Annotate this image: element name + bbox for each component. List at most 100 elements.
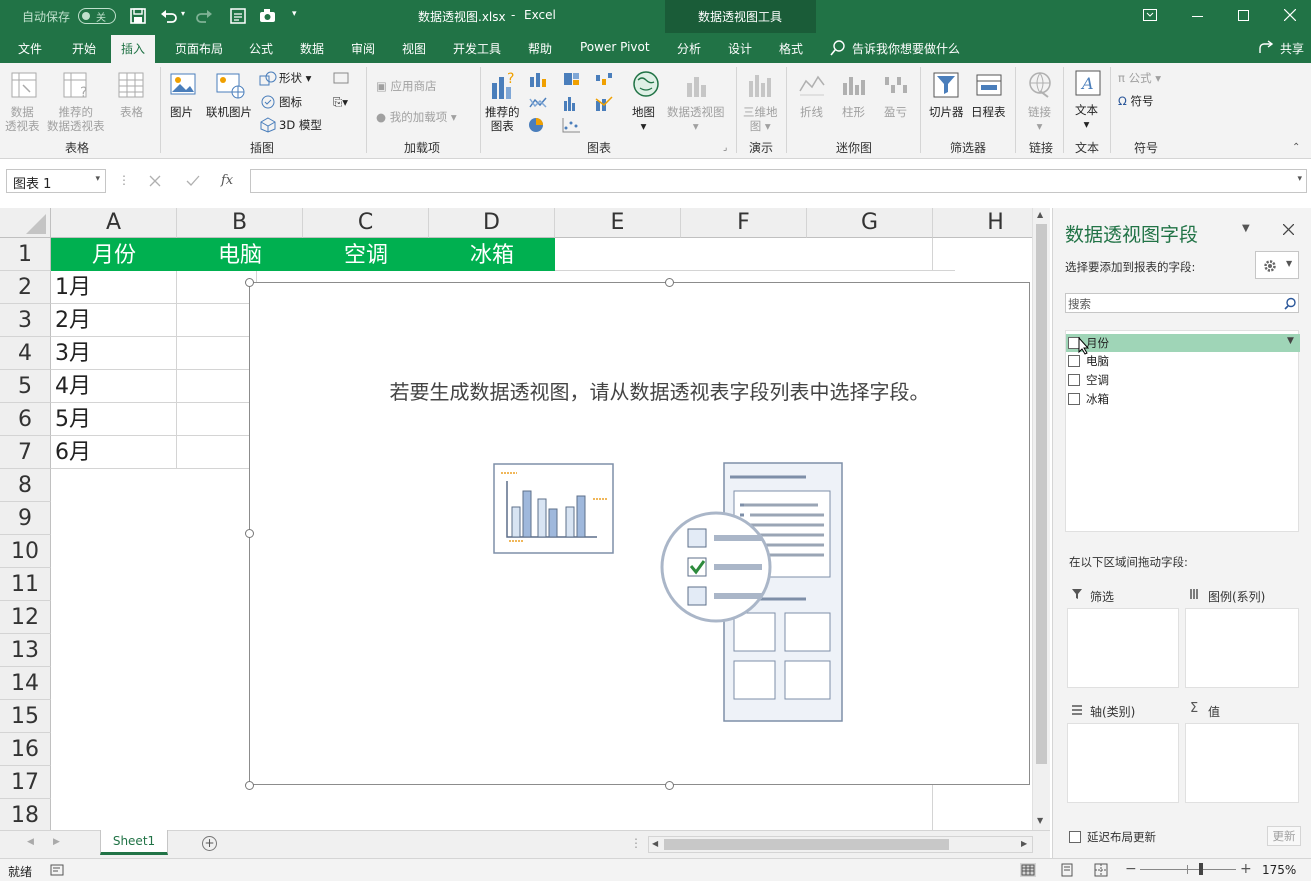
insert-function-icon[interactable]: fx — [221, 173, 233, 188]
row-header-17[interactable]: 17 — [0, 766, 51, 799]
column-header-b[interactable]: B — [177, 208, 303, 238]
camera-icon[interactable] — [258, 7, 278, 25]
3d-model-button[interactable]: 3D 模型 — [279, 118, 322, 132]
row-header-14[interactable]: 14 — [0, 667, 51, 700]
tools-gear-button[interactable]: ▼ — [1255, 251, 1299, 279]
zoom-slider-thumb[interactable] — [1199, 863, 1203, 875]
row-header-13[interactable]: 13 — [0, 634, 51, 667]
cell-b7[interactable] — [177, 436, 257, 469]
resize-handle-tm[interactable] — [665, 278, 674, 287]
combo-chart-icon[interactable] — [594, 95, 618, 111]
online-picture-button[interactable]: 联机图片 — [206, 105, 252, 119]
sheet-tab-sheet1[interactable]: Sheet1 — [100, 830, 168, 855]
field-dropdown-icon[interactable]: ▼ — [1287, 336, 1294, 346]
close-button[interactable] — [1284, 9, 1296, 21]
cell-b3[interactable] — [177, 304, 257, 337]
add-sheet-button[interactable]: + — [202, 836, 217, 851]
text-button[interactable]: 文本 ▾ — [1075, 103, 1098, 131]
column-header-e[interactable]: E — [555, 208, 681, 238]
tab-file[interactable]: 文件 — [18, 40, 42, 57]
axis-drop-zone[interactable] — [1067, 723, 1179, 803]
row-header-15[interactable]: 15 — [0, 700, 51, 733]
row-header-8[interactable]: 8 — [0, 469, 51, 502]
symbol-button[interactable]: Ω 符号 — [1118, 94, 1153, 108]
values-drop-zone[interactable] — [1185, 723, 1299, 803]
zoom-slider[interactable] — [1140, 863, 1236, 875]
recommended-charts-button[interactable]: 推荐的 图表 — [485, 105, 520, 133]
picture-button[interactable]: 图片 — [170, 105, 193, 119]
line-chart-icon[interactable] — [528, 95, 552, 111]
cell-d1[interactable]: 冰箱 — [429, 238, 555, 271]
minimize-button[interactable] — [1192, 16, 1203, 17]
column-header-c[interactable]: C — [303, 208, 429, 238]
tab-home[interactable]: 开始 — [72, 40, 96, 57]
share-button[interactable]: 共享 — [1280, 40, 1304, 57]
waterfall-chart-icon[interactable] — [594, 71, 618, 87]
cell-b2[interactable] — [177, 271, 257, 304]
legend-drop-zone[interactable] — [1185, 608, 1299, 688]
cell-a6[interactable]: 5月 — [51, 403, 177, 436]
tab-power-pivot[interactable]: Power Pivot — [580, 40, 650, 54]
vertical-scrollbar[interactable]: ▲ ▼ — [1032, 208, 1050, 830]
row-header-12[interactable]: 12 — [0, 601, 51, 634]
cell-a2[interactable]: 1月 — [51, 271, 177, 304]
autosave-toggle[interactable]: 关 — [78, 8, 116, 24]
maximize-button[interactable] — [1238, 10, 1249, 21]
cell-b4[interactable] — [177, 337, 257, 370]
zoom-level[interactable]: 175% — [1262, 863, 1296, 877]
row-header-18[interactable]: 18 — [0, 799, 51, 830]
smartart-icon[interactable] — [333, 71, 349, 85]
tab-view[interactable]: 视图 — [402, 40, 426, 57]
cell-c1[interactable]: 空调 — [303, 238, 429, 271]
tell-me-box[interactable]: 告诉我你想要做什么 — [852, 40, 960, 57]
row-header-3[interactable]: 3 — [0, 304, 51, 337]
formula-input[interactable]: ▾ — [250, 169, 1307, 193]
column-header-a[interactable]: A — [51, 208, 177, 238]
customize-qat-icon[interactable]: ▾ — [292, 9, 297, 19]
pane-options-icon[interactable]: ▼ — [1242, 223, 1250, 234]
row-header-6[interactable]: 6 — [0, 403, 51, 436]
tab-help[interactable]: 帮助 — [528, 40, 552, 57]
name-box[interactable]: 图表 1 ▾ — [6, 169, 106, 193]
tab-design[interactable]: 设计 — [728, 40, 752, 57]
cell-b5[interactable] — [177, 370, 257, 403]
field-item-ac[interactable]: 空调 — [1068, 372, 1109, 388]
ribbon-display-icon[interactable] — [1143, 9, 1157, 21]
undo-icon[interactable] — [160, 8, 178, 24]
tab-data[interactable]: 数据 — [300, 40, 324, 57]
hierarchy-chart-icon[interactable] — [562, 71, 586, 87]
select-all-corner[interactable] — [0, 208, 51, 238]
timeline-button[interactable]: 日程表 — [971, 105, 1006, 119]
row-header-16[interactable]: 16 — [0, 733, 51, 766]
horizontal-scrollbar[interactable]: ◀ ▶ — [648, 836, 1033, 853]
cell-a1[interactable]: 月份 — [51, 238, 177, 271]
column-chart-icon[interactable] — [528, 71, 552, 87]
scatter-chart-icon[interactable] — [562, 117, 586, 133]
pivot-chart-placeholder[interactable]: 若要生成数据透视图，请从数据透视表字段列表中选择字段。 — [249, 282, 1030, 785]
charts-dialog-launcher[interactable]: ⌟ — [723, 143, 727, 153]
cell-a5[interactable]: 4月 — [51, 370, 177, 403]
field-search-input[interactable]: 搜索 — [1065, 293, 1299, 313]
shapes-button[interactable]: 形状 ▾ — [279, 71, 311, 85]
zoom-in-button[interactable]: + — [1240, 861, 1252, 877]
row-header-5[interactable]: 5 — [0, 370, 51, 403]
filters-drop-zone[interactable] — [1067, 608, 1179, 688]
pane-close-icon[interactable] — [1283, 224, 1294, 235]
print-preview-icon[interactable] — [229, 7, 247, 25]
tab-formulas[interactable]: 公式 — [249, 40, 273, 57]
row-header-10[interactable]: 10 — [0, 535, 51, 568]
icons-button[interactable]: 图标 — [279, 95, 302, 109]
column-header-d[interactable]: D — [429, 208, 555, 238]
resize-handle-bm[interactable] — [665, 781, 674, 790]
slicer-button[interactable]: 切片器 — [929, 105, 964, 119]
field-item-computer[interactable]: 电脑 — [1068, 353, 1109, 369]
cell-a3[interactable]: 2月 — [51, 304, 177, 337]
column-header-f[interactable]: F — [681, 208, 807, 238]
cell-a4[interactable]: 3月 — [51, 337, 177, 370]
cell-b6[interactable] — [177, 403, 257, 436]
macro-record-icon[interactable] — [50, 864, 64, 876]
tab-format[interactable]: 格式 — [779, 40, 803, 57]
row-header-7[interactable]: 7 — [0, 436, 51, 469]
tab-review[interactable]: 审阅 — [351, 40, 375, 57]
screenshot-button[interactable]: ⎘▾ — [333, 95, 348, 109]
